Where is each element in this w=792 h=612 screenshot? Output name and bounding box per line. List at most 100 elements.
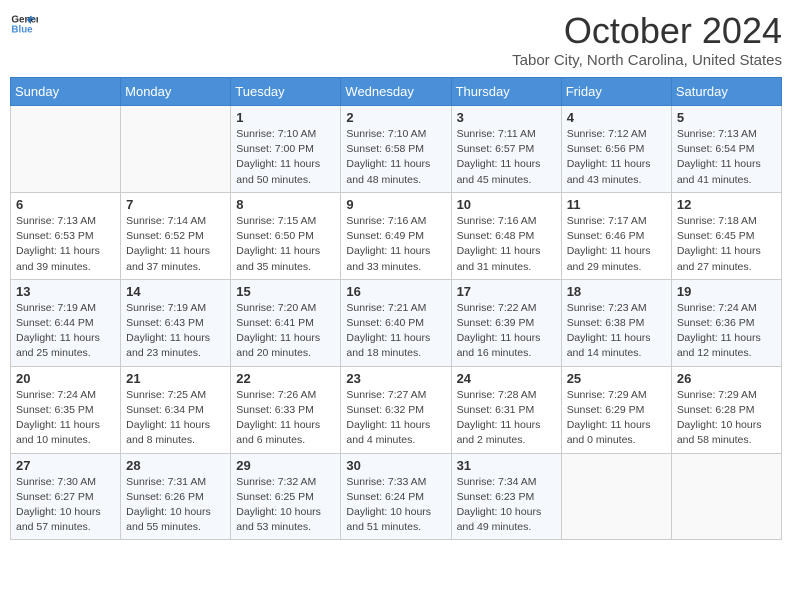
day-number: 30 — [346, 458, 445, 473]
calendar-week-row: 1 Sunrise: 7:10 AM Sunset: 7:00 PM Daylig… — [11, 106, 782, 193]
day-of-week-header: Sunday — [11, 78, 121, 106]
calendar-day-cell: 22Sunrise: 7:26 AM Sunset: 6:33 PM Dayli… — [231, 366, 341, 453]
calendar-table: SundayMondayTuesdayWednesdayThursdayFrid… — [10, 77, 782, 540]
day-of-week-header: Thursday — [451, 78, 561, 106]
calendar-day-cell: 29 Sunrise: 7:32 AM Sunset: 6:25 PM Dayli… — [231, 453, 341, 540]
calendar-day-cell: 19Sunrise: 7:24 AM Sunset: 6:36 PM Dayli… — [671, 279, 781, 366]
calendar-day-cell: 11Sunrise: 7:17 AM Sunset: 6:46 PM Dayli… — [561, 192, 671, 279]
day-info: Sunrise: 7:29 AM Sunset: 6:28 PM Dayligh… — [677, 388, 776, 449]
day-info: Sunrise: 7:16 AM Sunset: 6:48 PM Dayligh… — [457, 214, 556, 275]
day-info: Sunrise: 7:12 AM Sunset: 6:56 PM Dayligh… — [567, 127, 666, 188]
day-info: Sunrise: 7:23 AM Sunset: 6:38 PM Dayligh… — [567, 301, 666, 362]
day-info: Sunrise: 7:20 AM Sunset: 6:41 PM Dayligh… — [236, 301, 335, 362]
day-number: 8 — [236, 197, 335, 212]
day-info: Sunrise: 7:16 AM Sunset: 6:49 PM Dayligh… — [346, 214, 445, 275]
calendar-day-cell: 2 Sunrise: 7:10 AM Sunset: 6:58 PM Daylig… — [341, 106, 451, 193]
day-info: Sunrise: 7:14 AM Sunset: 6:52 PM Dayligh… — [126, 214, 225, 275]
day-number: 29 — [236, 458, 335, 473]
day-info: Sunrise: 7:33 AM Sunset: 6:24 PM Dayligh… — [346, 475, 445, 536]
day-of-week-header: Tuesday — [231, 78, 341, 106]
day-info: Sunrise: 7:30 AM Sunset: 6:27 PM Dayligh… — [16, 475, 115, 536]
day-info: Sunrise: 7:10 AM Sunset: 7:00 PM Dayligh… — [236, 127, 335, 188]
day-info: Sunrise: 7:18 AM Sunset: 6:45 PM Dayligh… — [677, 214, 776, 275]
day-number: 1 — [236, 110, 335, 125]
logo: General Blue — [10, 10, 38, 38]
day-number: 12 — [677, 197, 776, 212]
calendar-day-cell: 8 Sunrise: 7:15 AM Sunset: 6:50 PM Daylig… — [231, 192, 341, 279]
calendar-day-cell: 14 Sunrise: 7:19 AM Sunset: 6:43 PM Dayli… — [121, 279, 231, 366]
day-info: Sunrise: 7:29 AM Sunset: 6:29 PM Dayligh… — [567, 388, 666, 449]
calendar-day-cell: 31Sunrise: 7:34 AM Sunset: 6:23 PM Dayli… — [451, 453, 561, 540]
page-header: General Blue October 2024 Tabor City, No… — [10, 10, 782, 69]
day-number: 19 — [677, 284, 776, 299]
calendar-day-cell: 4 Sunrise: 7:12 AM Sunset: 6:56 PM Daylig… — [561, 106, 671, 193]
calendar-day-cell: 23 Sunrise: 7:27 AM Sunset: 6:32 PM Dayli… — [341, 366, 451, 453]
day-info: Sunrise: 7:13 AM Sunset: 6:54 PM Dayligh… — [677, 127, 776, 188]
day-number: 23 — [346, 371, 445, 386]
calendar-day-cell: 25Sunrise: 7:29 AM Sunset: 6:29 PM Dayli… — [561, 366, 671, 453]
calendar-day-cell: 28 Sunrise: 7:31 AM Sunset: 6:26 PM Dayli… — [121, 453, 231, 540]
day-number: 9 — [346, 197, 445, 212]
calendar-day-cell: 9 Sunrise: 7:16 AM Sunset: 6:49 PM Daylig… — [341, 192, 451, 279]
calendar-day-cell: 15 Sunrise: 7:20 AM Sunset: 6:41 PM Dayli… — [231, 279, 341, 366]
calendar-week-row: 13 Sunrise: 7:19 AM Sunset: 6:44 PM Dayli… — [11, 279, 782, 366]
day-of-week-header: Saturday — [671, 78, 781, 106]
calendar-day-cell — [671, 453, 781, 540]
day-info: Sunrise: 7:32 AM Sunset: 6:25 PM Dayligh… — [236, 475, 335, 536]
calendar-week-row: 20Sunrise: 7:24 AM Sunset: 6:35 PM Dayli… — [11, 366, 782, 453]
day-info: Sunrise: 7:19 AM Sunset: 6:44 PM Dayligh… — [16, 301, 115, 362]
calendar-day-cell: 7Sunrise: 7:14 AM Sunset: 6:52 PM Daylig… — [121, 192, 231, 279]
day-of-week-header: Monday — [121, 78, 231, 106]
day-number: 28 — [126, 458, 225, 473]
calendar-day-cell: 10 Sunrise: 7:16 AM Sunset: 6:48 PM Dayli… — [451, 192, 561, 279]
day-number: 2 — [346, 110, 445, 125]
day-number: 13 — [16, 284, 115, 299]
day-number: 14 — [126, 284, 225, 299]
calendar-header-row: SundayMondayTuesdayWednesdayThursdayFrid… — [11, 78, 782, 106]
day-number: 6 — [16, 197, 115, 212]
day-of-week-header: Wednesday — [341, 78, 451, 106]
day-info: Sunrise: 7:13 AM Sunset: 6:53 PM Dayligh… — [16, 214, 115, 275]
day-info: Sunrise: 7:19 AM Sunset: 6:43 PM Dayligh… — [126, 301, 225, 362]
day-number: 11 — [567, 197, 666, 212]
day-number: 27 — [16, 458, 115, 473]
calendar-week-row: 6 Sunrise: 7:13 AM Sunset: 6:53 PM Daylig… — [11, 192, 782, 279]
day-info: Sunrise: 7:34 AM Sunset: 6:23 PM Dayligh… — [457, 475, 556, 536]
day-info: Sunrise: 7:10 AM Sunset: 6:58 PM Dayligh… — [346, 127, 445, 188]
calendar-day-cell: 17Sunrise: 7:22 AM Sunset: 6:39 PM Dayli… — [451, 279, 561, 366]
day-info: Sunrise: 7:25 AM Sunset: 6:34 PM Dayligh… — [126, 388, 225, 449]
calendar-day-cell: 5 Sunrise: 7:13 AM Sunset: 6:54 PM Daylig… — [671, 106, 781, 193]
calendar-day-cell: 20Sunrise: 7:24 AM Sunset: 6:35 PM Dayli… — [11, 366, 121, 453]
day-info: Sunrise: 7:21 AM Sunset: 6:40 PM Dayligh… — [346, 301, 445, 362]
calendar-day-cell — [561, 453, 671, 540]
calendar-day-cell: 27 Sunrise: 7:30 AM Sunset: 6:27 PM Dayli… — [11, 453, 121, 540]
calendar-week-row: 27 Sunrise: 7:30 AM Sunset: 6:27 PM Dayli… — [11, 453, 782, 540]
calendar-day-cell: 12 Sunrise: 7:18 AM Sunset: 6:45 PM Dayli… — [671, 192, 781, 279]
calendar-day-cell: 13 Sunrise: 7:19 AM Sunset: 6:44 PM Dayli… — [11, 279, 121, 366]
day-info: Sunrise: 7:31 AM Sunset: 6:26 PM Dayligh… — [126, 475, 225, 536]
day-info: Sunrise: 7:26 AM Sunset: 6:33 PM Dayligh… — [236, 388, 335, 449]
calendar-day-cell: 1 Sunrise: 7:10 AM Sunset: 7:00 PM Daylig… — [231, 106, 341, 193]
day-number: 10 — [457, 197, 556, 212]
calendar-day-cell: 16Sunrise: 7:21 AM Sunset: 6:40 PM Dayli… — [341, 279, 451, 366]
calendar-day-cell: 3 Sunrise: 7:11 AM Sunset: 6:57 PM Daylig… — [451, 106, 561, 193]
calendar-day-cell: 6 Sunrise: 7:13 AM Sunset: 6:53 PM Daylig… — [11, 192, 121, 279]
calendar-day-cell: 18 Sunrise: 7:23 AM Sunset: 6:38 PM Dayli… — [561, 279, 671, 366]
day-number: 15 — [236, 284, 335, 299]
location-title: Tabor City, North Carolina, United State… — [512, 52, 782, 69]
calendar-day-cell: 30 Sunrise: 7:33 AM Sunset: 6:24 PM Dayli… — [341, 453, 451, 540]
day-number: 3 — [457, 110, 556, 125]
day-number: 20 — [16, 371, 115, 386]
day-number: 18 — [567, 284, 666, 299]
day-number: 21 — [126, 371, 225, 386]
month-title: October 2024 — [512, 10, 782, 52]
svg-text:Blue: Blue — [11, 24, 33, 35]
calendar-day-cell: 26 Sunrise: 7:29 AM Sunset: 6:28 PM Dayli… — [671, 366, 781, 453]
day-info: Sunrise: 7:27 AM Sunset: 6:32 PM Dayligh… — [346, 388, 445, 449]
day-info: Sunrise: 7:11 AM Sunset: 6:57 PM Dayligh… — [457, 127, 556, 188]
day-info: Sunrise: 7:28 AM Sunset: 6:31 PM Dayligh… — [457, 388, 556, 449]
day-number: 26 — [677, 371, 776, 386]
day-info: Sunrise: 7:15 AM Sunset: 6:50 PM Dayligh… — [236, 214, 335, 275]
day-number: 5 — [677, 110, 776, 125]
day-number: 4 — [567, 110, 666, 125]
